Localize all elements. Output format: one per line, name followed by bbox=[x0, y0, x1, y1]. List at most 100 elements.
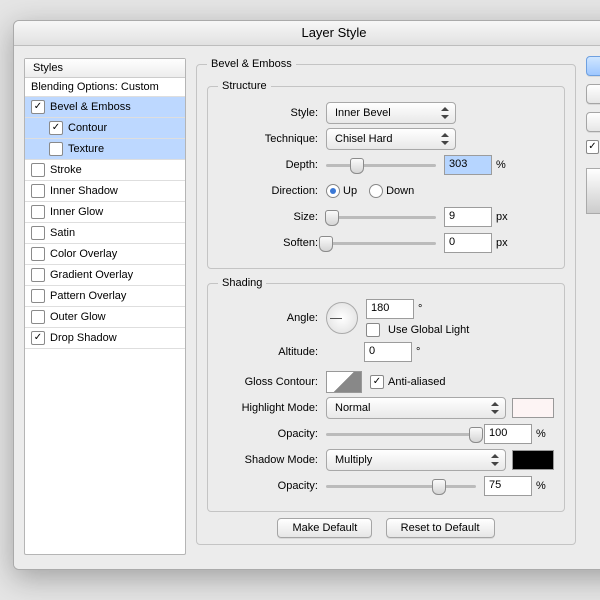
soften-label: Soften: bbox=[218, 237, 326, 249]
sidebar-item-inner-glow[interactable]: Inner Glow bbox=[25, 202, 185, 223]
soften-unit: px bbox=[496, 237, 508, 249]
highlight-color-swatch[interactable] bbox=[512, 398, 554, 418]
structure-group: Structure Style: Inner Bevel Technique: … bbox=[207, 80, 565, 269]
sidebar-item-color-overlay[interactable]: Color Overlay bbox=[25, 244, 185, 265]
sidebar-item-label: Contour bbox=[68, 122, 107, 134]
sidebar-item-inner-shadow[interactable]: Inner Shadow bbox=[25, 181, 185, 202]
sidebar-item-gradient-overlay[interactable]: Gradient Overlay bbox=[25, 265, 185, 286]
ok-button[interactable]: OK bbox=[586, 56, 600, 76]
highlight-mode-select[interactable]: Normal bbox=[326, 397, 506, 419]
main-panel: Bevel & Emboss Structure Style: Inner Be… bbox=[196, 56, 576, 555]
soften-input[interactable]: 0 bbox=[444, 233, 492, 253]
content: Styles Blending Options: Custom Bevel & … bbox=[14, 46, 600, 569]
sidebar-checkbox[interactable] bbox=[31, 100, 45, 114]
sidebar-item-bevel-emboss[interactable]: Bevel & Emboss bbox=[25, 97, 185, 118]
sidebar-checkbox[interactable] bbox=[31, 289, 45, 303]
style-label: Style: bbox=[218, 107, 326, 119]
sidebar-item-stroke[interactable]: Stroke bbox=[25, 160, 185, 181]
global-light-label: Use Global Light bbox=[388, 324, 469, 336]
highlight-opacity-slider[interactable] bbox=[326, 427, 476, 441]
direction-label: Direction: bbox=[218, 185, 326, 197]
sidebar-item-label: Drop Shadow bbox=[50, 332, 117, 344]
highlight-opacity-unit: % bbox=[536, 428, 546, 440]
sidebar-checkbox[interactable] bbox=[31, 310, 45, 324]
shadow-mode-select[interactable]: Multiply bbox=[326, 449, 506, 471]
depth-input[interactable]: 303 bbox=[444, 155, 492, 175]
structure-legend: Structure bbox=[218, 80, 271, 92]
styles-sidebar: Styles Blending Options: Custom Bevel & … bbox=[24, 58, 186, 555]
shading-group: Shading Angle: 180 ° Use Global Light bbox=[207, 277, 565, 512]
window-title: Layer Style bbox=[14, 21, 600, 46]
angle-dial[interactable] bbox=[326, 302, 358, 334]
style-select[interactable]: Inner Bevel bbox=[326, 102, 456, 124]
sidebar-item-label: Bevel & Emboss bbox=[50, 101, 131, 113]
size-input[interactable]: 9 bbox=[444, 207, 492, 227]
sidebar-checkbox[interactable] bbox=[31, 226, 45, 240]
down-label: Down bbox=[386, 185, 414, 197]
panel-title: Bevel & Emboss bbox=[207, 58, 296, 70]
shading-legend: Shading bbox=[218, 277, 266, 289]
technique-select[interactable]: Chisel Hard bbox=[326, 128, 456, 150]
direction-down-radio[interactable] bbox=[369, 184, 383, 198]
depth-slider[interactable] bbox=[326, 158, 436, 172]
sidebar-item-pattern-overlay[interactable]: Pattern Overlay bbox=[25, 286, 185, 307]
sidebar-item-label: Satin bbox=[50, 227, 75, 239]
size-slider[interactable] bbox=[326, 210, 436, 224]
shadow-opacity-input[interactable]: 75 bbox=[484, 476, 532, 496]
altitude-label: Altitude: bbox=[218, 346, 326, 358]
sidebar-checkbox[interactable] bbox=[49, 142, 63, 156]
antialiased-label: Anti-aliased bbox=[388, 376, 445, 388]
cancel-button[interactable]: Cancel bbox=[586, 84, 600, 104]
sidebar-checkbox[interactable] bbox=[31, 331, 45, 345]
reset-default-button[interactable]: Reset to Default bbox=[386, 518, 495, 538]
sidebar-item-label: Gradient Overlay bbox=[50, 269, 133, 281]
sidebar-item-satin[interactable]: Satin bbox=[25, 223, 185, 244]
depth-label: Depth: bbox=[218, 159, 326, 171]
sidebar-header[interactable]: Styles bbox=[25, 59, 185, 78]
sidebar-checkbox[interactable] bbox=[31, 268, 45, 282]
new-style-button[interactable]: New Style... bbox=[586, 112, 600, 132]
preview-checkbox[interactable] bbox=[586, 140, 599, 154]
gloss-contour-picker[interactable] bbox=[326, 371, 362, 393]
angle-label: Angle: bbox=[218, 312, 326, 324]
blending-label: Blending Options: Custom bbox=[31, 81, 159, 93]
shadow-color-swatch[interactable] bbox=[512, 450, 554, 470]
soften-slider[interactable] bbox=[326, 236, 436, 250]
layer-style-window: Layer Style Styles Blending Options: Cus… bbox=[13, 20, 600, 570]
sidebar-item-texture[interactable]: Texture bbox=[25, 139, 185, 160]
make-default-button[interactable]: Make Default bbox=[277, 518, 372, 538]
highlight-opacity-label: Opacity: bbox=[218, 428, 326, 440]
sidebar-checkbox[interactable] bbox=[31, 247, 45, 261]
sidebar-item-label: Pattern Overlay bbox=[50, 290, 126, 302]
sidebar-checkbox[interactable] bbox=[31, 184, 45, 198]
sidebar-item-drop-shadow[interactable]: Drop Shadow bbox=[25, 328, 185, 349]
technique-label: Technique: bbox=[218, 133, 326, 145]
sidebar-item-outer-glow[interactable]: Outer Glow bbox=[25, 307, 185, 328]
highlight-opacity-input[interactable]: 100 bbox=[484, 424, 532, 444]
gloss-label: Gloss Contour: bbox=[218, 376, 326, 388]
preview-swatch bbox=[586, 168, 600, 214]
global-light-checkbox[interactable] bbox=[366, 323, 380, 337]
shadow-opacity-unit: % bbox=[536, 480, 546, 492]
sidebar-checkbox[interactable] bbox=[31, 163, 45, 177]
size-unit: px bbox=[496, 211, 508, 223]
sidebar-item-contour[interactable]: Contour bbox=[25, 118, 185, 139]
altitude-input[interactable]: 0 bbox=[364, 342, 412, 362]
sidebar-item-label: Inner Shadow bbox=[50, 185, 118, 197]
angle-unit: ° bbox=[418, 303, 422, 315]
angle-input[interactable]: 180 bbox=[366, 299, 414, 319]
bevel-emboss-group: Bevel & Emboss Structure Style: Inner Be… bbox=[196, 58, 576, 545]
shadow-opacity-label: Opacity: bbox=[218, 480, 326, 492]
sidebar-item-label: Texture bbox=[68, 143, 104, 155]
depth-unit: % bbox=[496, 159, 506, 171]
sidebar-item-label: Outer Glow bbox=[50, 311, 106, 323]
highlight-mode-label: Highlight Mode: bbox=[218, 402, 326, 414]
shadow-mode-label: Shadow Mode: bbox=[218, 454, 326, 466]
shadow-opacity-slider[interactable] bbox=[326, 479, 476, 493]
sidebar-checkbox[interactable] bbox=[49, 121, 63, 135]
sidebar-blending-options[interactable]: Blending Options: Custom bbox=[25, 78, 185, 97]
sidebar-checkbox[interactable] bbox=[31, 205, 45, 219]
antialiased-checkbox[interactable] bbox=[370, 375, 384, 389]
dialog-buttons: OK Cancel New Style... Preview bbox=[576, 56, 600, 555]
direction-up-radio[interactable] bbox=[326, 184, 340, 198]
